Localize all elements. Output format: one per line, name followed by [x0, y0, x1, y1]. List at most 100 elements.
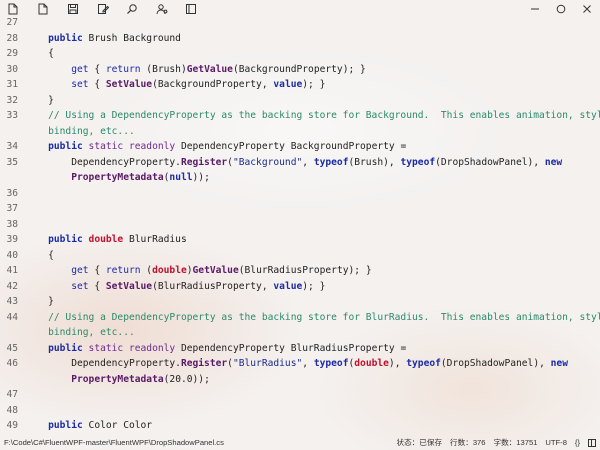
code-text: binding, etc... — [25, 125, 135, 139]
settings-person-icon[interactable] — [154, 1, 170, 17]
code-token: double — [88, 234, 124, 245]
search-icon[interactable] — [124, 1, 140, 17]
code-token: ); } — [302, 280, 326, 292]
code-token: { — [25, 249, 54, 261]
code-token: (BackgroundProperty, — [152, 79, 274, 90]
save-state: 状态：已保存 — [396, 438, 443, 447]
code-text: PropertyMetadata(null)); — [25, 171, 210, 185]
code-text: public Brush Background — [25, 32, 181, 46]
line-number: 47 — [6, 389, 18, 400]
code-text: } — [25, 94, 54, 108]
code-token: double — [152, 265, 187, 276]
code-token: typeof — [406, 358, 441, 369]
code-token: public — [48, 32, 83, 44]
code-text: binding, etc... — [25, 326, 135, 340]
code-token: value — [273, 280, 303, 292]
code-token: "Background" — [232, 156, 303, 168]
panel-icon[interactable] — [183, 1, 199, 17]
file-path: F:\Code\C#\FluentWPF-master\FluentWPF\Dr… — [4, 438, 224, 447]
line-number: 43 — [6, 296, 18, 307]
line-number: 44 — [6, 311, 18, 323]
code-text: public double BlurRadius — [25, 233, 187, 247]
code-text: } — [25, 295, 54, 309]
minimize-icon[interactable] — [527, 1, 543, 17]
char-count: 字数：13751 — [493, 438, 538, 447]
code-token: null — [169, 172, 193, 183]
code-token: "BlurRadius" — [232, 358, 303, 369]
code-token: // Using a DependencyProperty as the bac… — [25, 110, 600, 121]
toolbar — [0, 0, 600, 18]
encoding[interactable]: UTF-8 — [545, 436, 567, 450]
open-file-icon[interactable] — [5, 1, 21, 17]
maximize-icon[interactable] — [553, 1, 569, 17]
code-token: (Brush) — [140, 63, 187, 75]
line-number: 35 — [6, 156, 18, 168]
code-token: (BackgroundProperty); } — [232, 63, 366, 75]
code-token: (BlurRadiusProperty); } — [238, 265, 372, 276]
code-token: double — [354, 358, 389, 369]
code-token: binding, etc... — [25, 327, 135, 338]
code-token: ), — [388, 358, 407, 369]
code-text: set { SetValue(BackgroundProperty, value… — [25, 78, 325, 92]
line-number: 41 — [6, 265, 18, 276]
code-token: get — [71, 265, 89, 276]
code-token: (BlurRadiusProperty, — [152, 280, 274, 292]
code-token: (Brush), — [348, 156, 401, 168]
line-number: 32 — [6, 94, 18, 106]
line-number: 27 — [6, 18, 18, 28]
code-token: typeof — [400, 156, 436, 168]
code-token: Color Color — [82, 420, 153, 431]
code-token: set — [71, 280, 89, 292]
code-token: set — [71, 79, 89, 90]
layout-icon[interactable] — [588, 436, 596, 450]
code-token: GetValue — [192, 265, 239, 276]
edit-icon[interactable] — [95, 1, 111, 17]
code-token: { — [25, 48, 54, 59]
code-token: ); } — [302, 79, 326, 90]
code-token: public — [48, 342, 83, 354]
code-token: ( — [140, 265, 153, 276]
code-token: DependencyProperty BlurRadiusProperty = — [175, 342, 407, 354]
line-number: 31 — [6, 79, 18, 90]
line-number: 48 — [6, 404, 18, 416]
save-icon[interactable] — [65, 1, 81, 17]
code-token: static readonly — [88, 342, 176, 354]
line-number: 33 — [6, 110, 18, 121]
code-token: new — [544, 156, 563, 168]
line-number: 34 — [6, 141, 18, 152]
status-bar: F:\Code\C#\FluentWPF-master\FluentWPF\Dr… — [0, 436, 600, 450]
braces-icon[interactable]: {} — [575, 436, 580, 450]
line-number: 42 — [6, 280, 18, 292]
code-token: PropertyMetadata — [71, 172, 164, 183]
code-token: static readonly — [88, 141, 176, 152]
code-token: } — [25, 94, 54, 106]
code-token: return — [105, 265, 141, 276]
close-icon[interactable] — [579, 1, 595, 17]
line-number: 28 — [6, 32, 18, 44]
code-token: public — [48, 420, 83, 431]
code-editor[interactable]: 27 28 public Brush Background 29 {30 get {… — [0, 18, 600, 436]
code-token: { — [88, 63, 106, 75]
code-token: value — [273, 79, 303, 90]
new-file-icon[interactable] — [35, 1, 51, 17]
code-token: Register — [180, 358, 228, 369]
code-token: // Using a DependencyProperty as the bac… — [25, 311, 600, 323]
code-token: DependencyProperty. — [25, 156, 181, 168]
code-token: Register — [180, 156, 228, 168]
code-token: { — [88, 265, 106, 276]
code-text: DependencyProperty.Register("Background"… — [25, 156, 562, 170]
code-token: } — [25, 296, 54, 307]
code-text: get { return (double)GetValue(BlurRadius… — [25, 264, 372, 278]
code-text: { — [25, 249, 54, 263]
code-token: PropertyMetadata — [71, 373, 164, 385]
line-number: 49 — [6, 420, 18, 431]
code-text: public Color Color — [25, 419, 152, 433]
code-token: SetValue — [105, 280, 153, 292]
line-number: 46 — [6, 358, 18, 369]
code-token: typeof — [313, 358, 349, 369]
